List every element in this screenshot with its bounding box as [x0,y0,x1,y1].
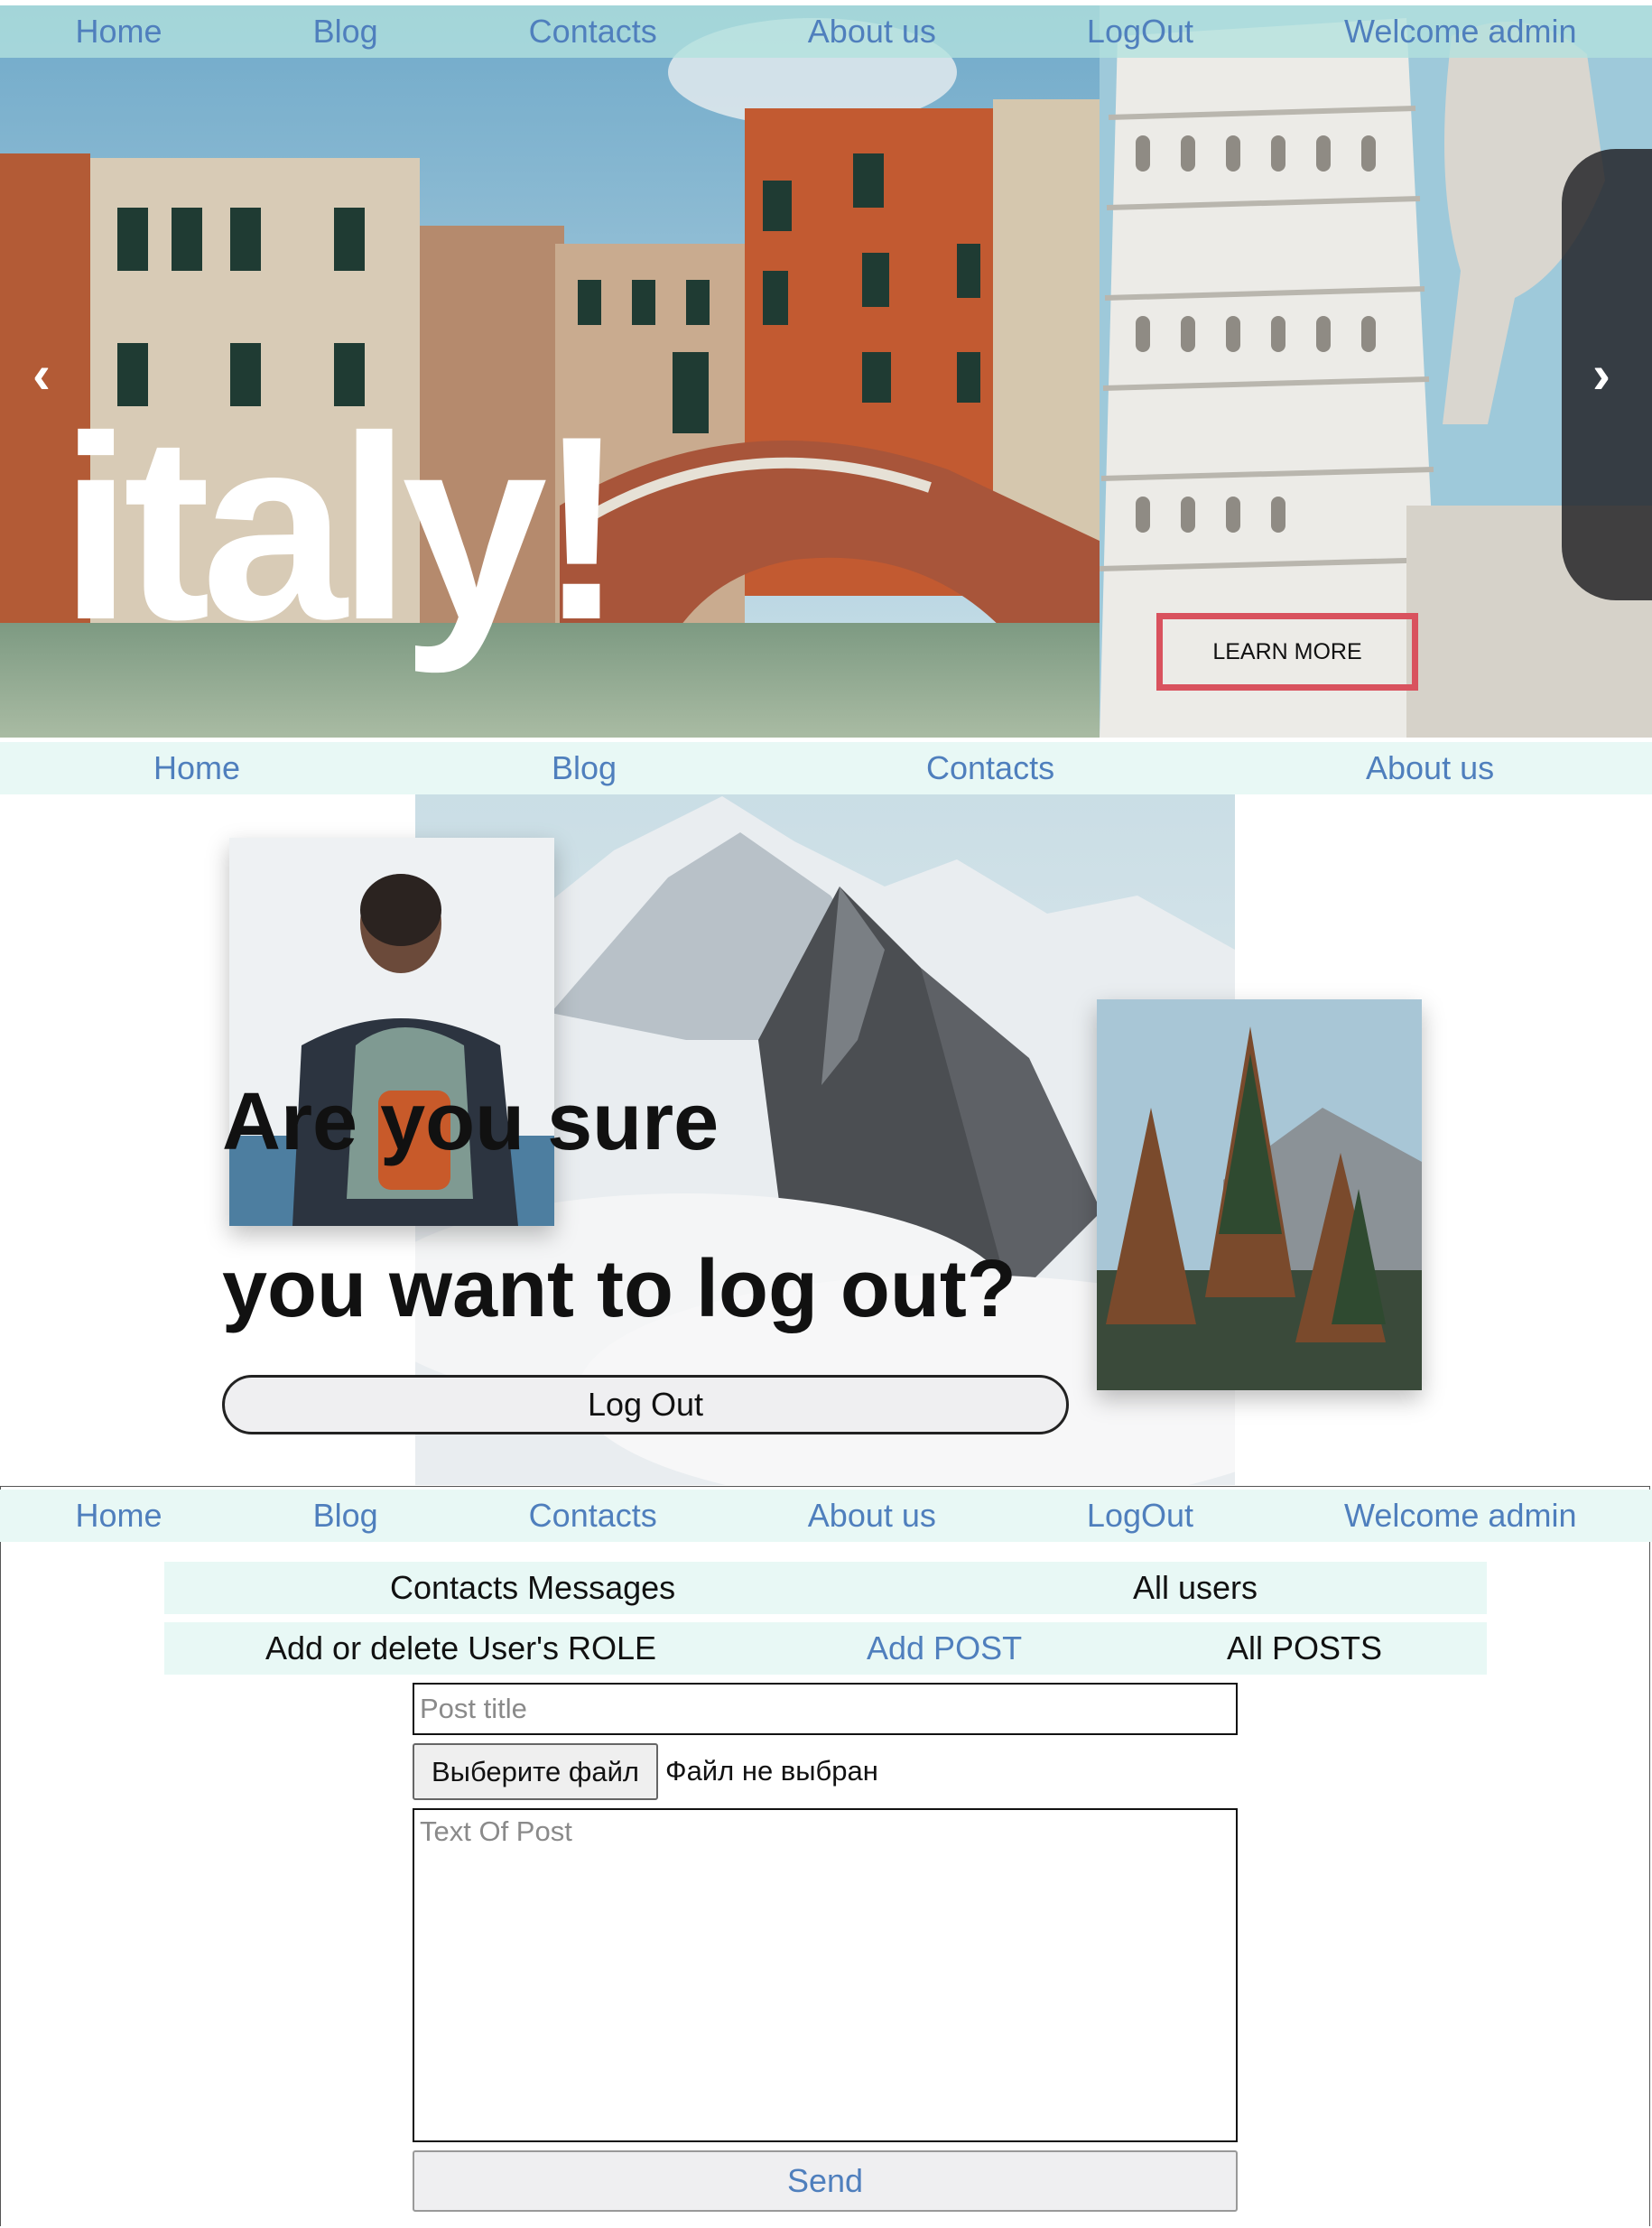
send-button[interactable]: Send [413,2150,1238,2212]
secondary-navigation: Home Blog Contacts About us [0,742,1652,794]
nav3-blog-link[interactable]: Blog [313,1497,378,1535]
post-title-input[interactable] [413,1683,1238,1735]
hero-title: italy! [60,382,626,674]
logout-question-line1: Are you sure [222,1077,719,1167]
slider-prev-arrow-icon[interactable]: ‹ [32,343,51,405]
nav2-about-link[interactable]: About us [1366,749,1494,787]
learn-more-button[interactable]: LEARN MORE [1156,613,1418,691]
hero-slider: italy! ‹ › LEARN MORE [0,0,1652,738]
nav-blog-link[interactable]: Blog [313,13,378,51]
contacts-messages-link[interactable]: Contacts Messages [390,1569,675,1607]
nav-contacts-link[interactable]: Contacts [529,13,657,51]
user-role-link[interactable]: Add or delete User's ROLE [265,1629,656,1667]
nav2-contacts-link[interactable]: Contacts [926,749,1054,787]
all-users-link[interactable]: All users [1133,1569,1258,1607]
file-status-text: Файл не выбран [665,1755,878,1787]
nav-about-link[interactable]: About us [808,13,936,51]
nav2-blog-link[interactable]: Blog [552,749,617,787]
traveler-photo-card [229,838,554,1226]
post-text-input[interactable] [413,1808,1238,2142]
nav2-home-link[interactable]: Home [153,749,240,787]
slider-next-arrow-icon[interactable]: › [1592,343,1610,405]
nav-welcome-link[interactable]: Welcome admin [1344,13,1576,51]
nav3-welcome-link[interactable]: Welcome admin [1344,1497,1576,1535]
forest-photo-card [1097,999,1422,1390]
admin-menu-row1: Contacts Messages All users [164,1562,1487,1614]
nav-logout-link[interactable]: LogOut [1087,13,1193,51]
nav3-logout-link[interactable]: LogOut [1087,1497,1193,1535]
nav3-home-link[interactable]: Home [76,1497,162,1535]
add-post-link[interactable]: Add POST [867,1629,1022,1667]
top-border-line [0,0,1652,5]
choose-file-button[interactable]: Выберите файл [413,1743,658,1800]
admin-navigation: Home Blog Contacts About us LogOut Welco… [0,1490,1652,1542]
logout-question-line2: you want to log out? [222,1244,1016,1334]
confirm-logout-button[interactable]: Log Out [222,1375,1069,1434]
nav3-about-link[interactable]: About us [808,1497,936,1535]
all-posts-link[interactable]: All POSTS [1227,1629,1382,1667]
nav3-contacts-link[interactable]: Contacts [529,1497,657,1535]
top-navigation: Home Blog Contacts About us LogOut Welco… [0,5,1652,58]
admin-menu-row2: Add or delete User's ROLE Add POST All P… [164,1622,1487,1675]
nav-home-link[interactable]: Home [76,13,162,51]
